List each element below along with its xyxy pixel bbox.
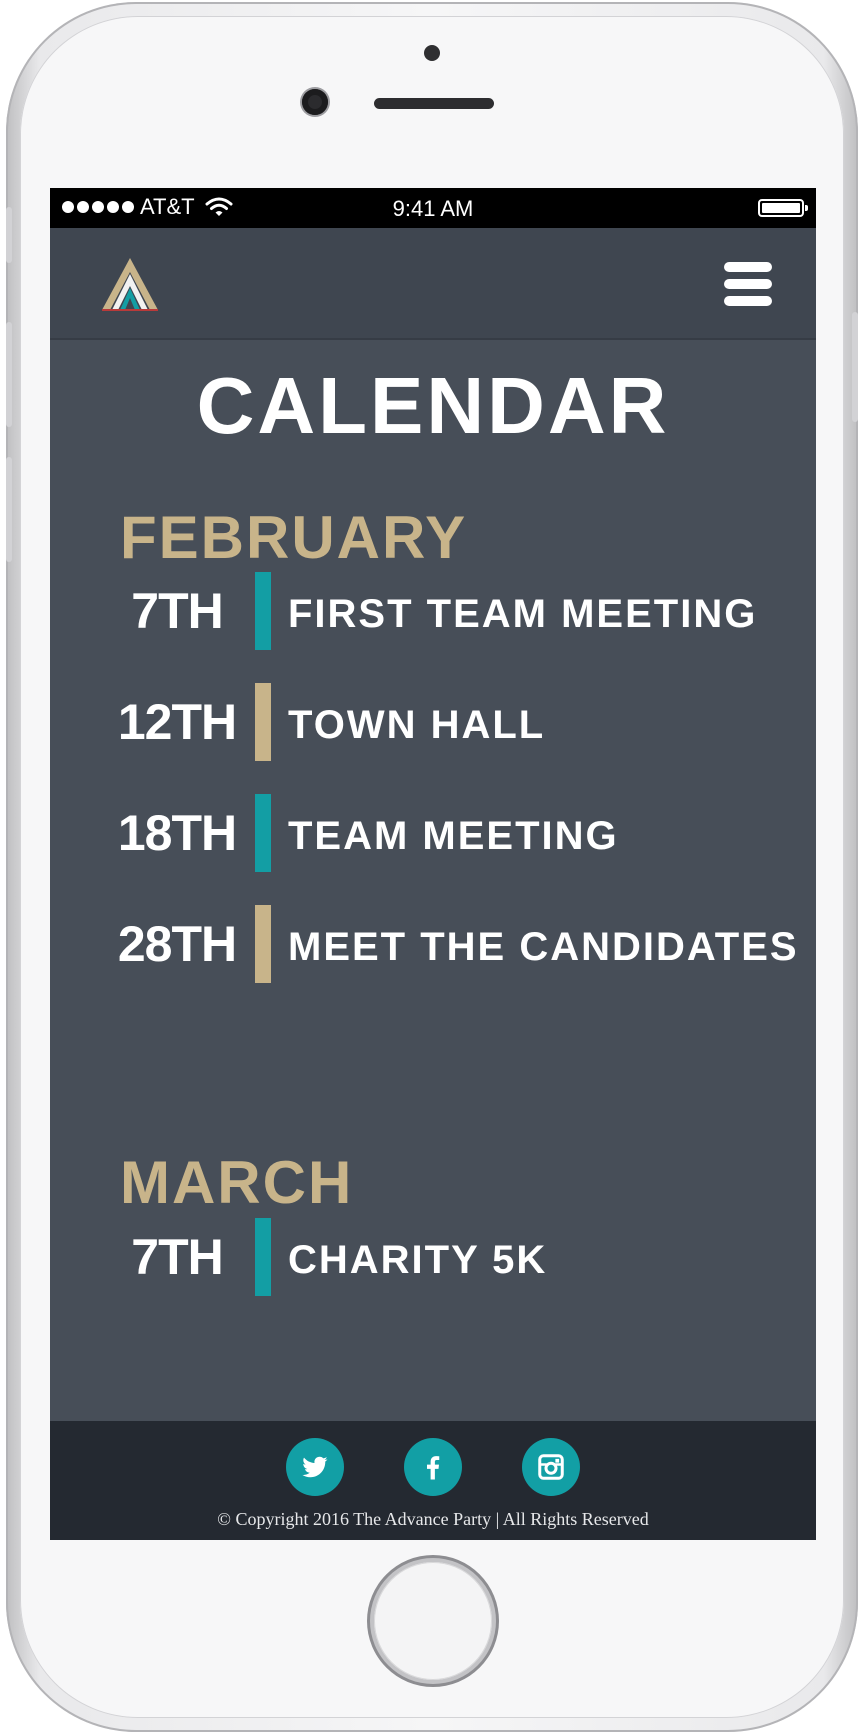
status-bar: AT&T 9:41 AM	[50, 188, 816, 228]
facebook-icon[interactable]	[404, 1438, 462, 1496]
home-button[interactable]	[374, 1562, 492, 1680]
event-accent-bar	[255, 905, 271, 983]
power-button	[852, 312, 858, 422]
twitter-icon[interactable]	[286, 1438, 344, 1496]
event-date: 12TH	[117, 694, 237, 750]
copyright-text: © Copyright 2016 The Advance Party | All…	[217, 1509, 649, 1529]
footer: © Copyright 2016 The Advance Party | All…	[50, 1421, 816, 1540]
status-time: 9:41 AM	[392, 196, 474, 221]
month-heading-february: FEBRUARY	[120, 504, 468, 571]
event-accent-bar	[255, 1218, 271, 1296]
event-accent-bar	[255, 572, 271, 650]
hamburger-menu-icon[interactable]	[724, 262, 772, 306]
event-title: TEAM MEETING	[288, 814, 619, 858]
event-row[interactable]: 7TH FIRST TEAM MEETING	[50, 572, 816, 650]
instagram-icon[interactable]	[522, 1438, 580, 1496]
advance-party-logo-icon[interactable]	[100, 256, 160, 312]
event-row[interactable]: 7TH CHARITY 5K	[50, 1218, 816, 1296]
month-heading-march: MARCH	[120, 1149, 354, 1216]
event-title: FIRST TEAM MEETING	[288, 592, 758, 636]
page-title: CALENDAR	[196, 361, 670, 450]
event-date: 28TH	[117, 916, 237, 972]
front-camera-icon	[302, 89, 328, 115]
event-row[interactable]: 12TH TOWN HALL	[50, 683, 816, 761]
volume-down-button	[6, 457, 12, 562]
volume-up-button	[6, 322, 12, 427]
earpiece-speaker	[374, 98, 494, 109]
event-title: CHARITY 5K	[288, 1238, 548, 1282]
app-screen: AT&T 9:41 AM CALENDAR FEBRUARY 7TH FIRST…	[50, 188, 816, 1540]
event-accent-bar	[255, 794, 271, 872]
event-row[interactable]: 18TH TEAM MEETING	[50, 794, 816, 872]
event-title: TOWN HALL	[288, 703, 546, 747]
event-title: MEET THE CANDIDATES	[288, 925, 799, 969]
battery-icon	[758, 199, 808, 217]
event-row[interactable]: 28TH MEET THE CANDIDATES	[50, 905, 816, 983]
event-date: 18TH	[117, 805, 237, 861]
event-date: 7TH	[131, 583, 223, 639]
proximity-sensor	[424, 45, 440, 61]
mute-switch	[6, 207, 12, 263]
nav-bar	[50, 228, 816, 340]
event-date: 7TH	[131, 1229, 223, 1285]
event-accent-bar	[255, 683, 271, 761]
